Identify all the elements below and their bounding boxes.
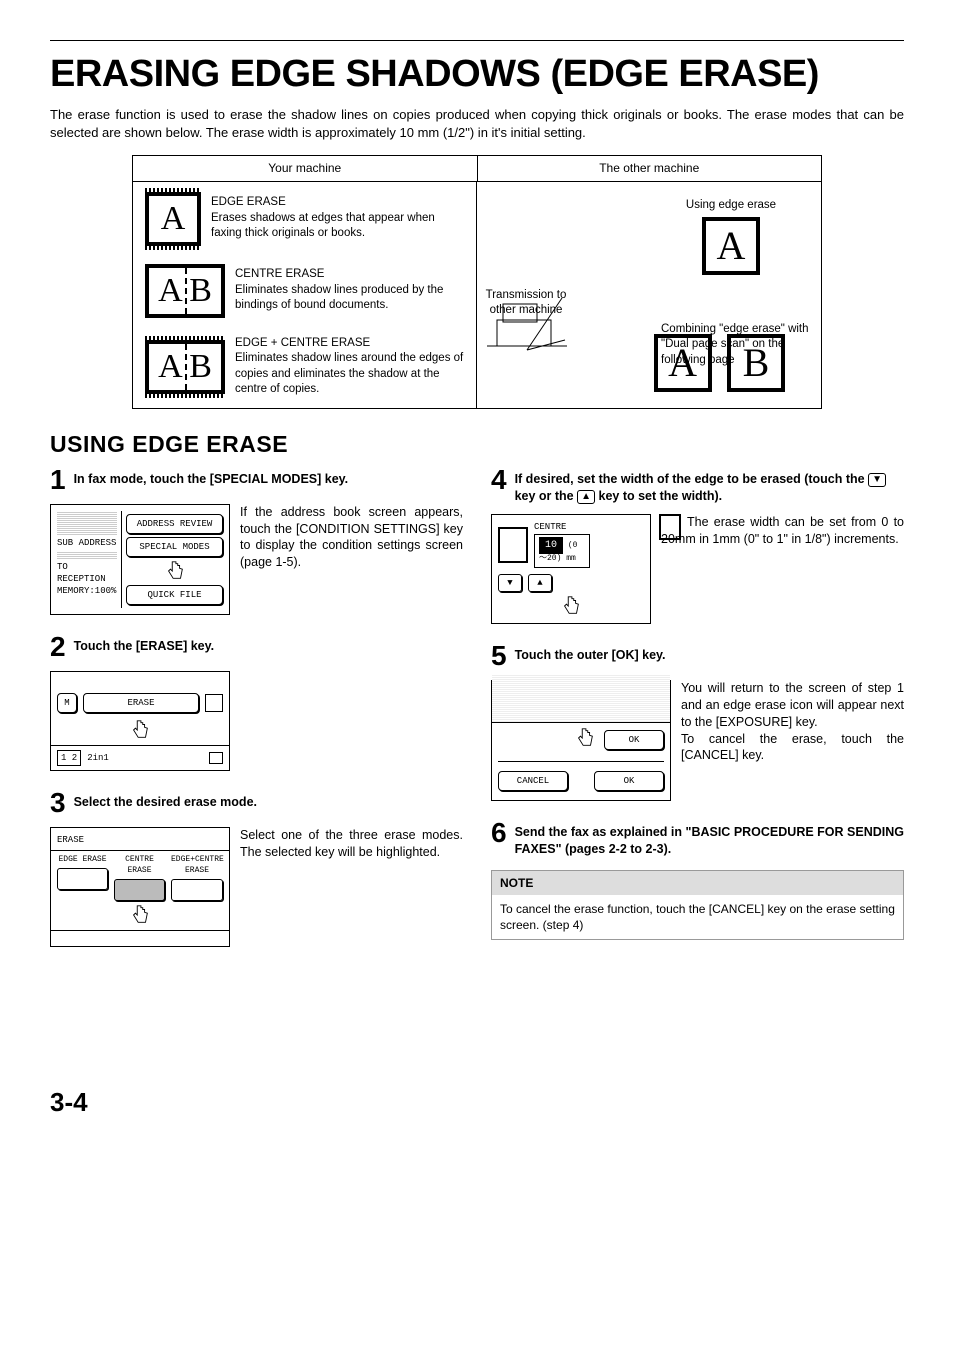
erase-mode-name: EDGE ERASE (211, 195, 464, 211)
diagram-left-head: Your machine (133, 156, 478, 180)
fax-machine-icon (487, 290, 567, 360)
up-key-icon: ▲ (577, 490, 595, 504)
result-letter: A (702, 217, 760, 275)
erase-mode-name: EDGE + CENTRE ERASE (235, 336, 464, 352)
hand-pointer-icon (560, 595, 582, 617)
step-number: 1 (50, 466, 66, 494)
decrement-button[interactable]: ▼ (498, 574, 522, 592)
step-caption: You will return to the screen of step 1 … (681, 680, 904, 801)
step-number: 5 (491, 642, 507, 670)
erase-mode-desc: Eliminates shadow lines around the edges… (235, 351, 464, 398)
page-icon-mini (498, 527, 528, 563)
twoinone-label: 2in1 (87, 752, 109, 764)
screen-step3: ERASE EDGE ERASE CENTRE ERASE EDGE+CENTR… (50, 827, 230, 947)
erase-option[interactable]: EDGE ERASE (57, 855, 108, 866)
screen-label: SUB ADDRESS (57, 537, 117, 549)
width-value: 10 (539, 537, 563, 555)
page-icon-inline (659, 514, 681, 540)
down-key-icon: ▼ (868, 473, 886, 487)
hand-pointer-icon (574, 727, 596, 749)
width-unit: mm (566, 554, 576, 563)
step-caption: If the address book screen appears, touc… (240, 504, 463, 615)
hand-pointer-icon (164, 560, 186, 582)
step-number: 3 (50, 789, 66, 817)
result-letter: A (654, 334, 712, 392)
step-heading: Send the fax as explained in "BASIC PROC… (515, 824, 904, 858)
intro-text: The erase function is used to erase the … (50, 106, 904, 141)
cancel-button[interactable]: CANCEL (498, 771, 568, 791)
section-heading: USING EDGE ERASE (50, 429, 904, 460)
screen-step2: M ERASE 1 2 2in1 (50, 671, 230, 771)
erase-option[interactable]: CENTRE ERASE (114, 855, 165, 877)
erase-mode-name: CENTRE ERASE (235, 267, 464, 283)
page-icon: A B (145, 264, 225, 318)
quick-file-button[interactable]: QUICK FILE (126, 585, 223, 605)
outer-ok-button[interactable]: OK (594, 771, 664, 791)
step-heading: Touch the [ERASE] key. (74, 638, 215, 661)
page-title: ERASING EDGE SHADOWS (EDGE ERASE) (50, 49, 904, 100)
using-edge-erase-label: Using edge erase (661, 198, 801, 214)
page-indicator: 1 2 (57, 750, 81, 766)
erase-mode-desc: Erases shadows at edges that appear when… (211, 211, 464, 242)
top-rule (50, 40, 904, 41)
note-body: To cancel the erase function, touch the … (492, 895, 903, 939)
increment-button[interactable]: ▲ (528, 574, 552, 592)
page-icon: A (145, 192, 201, 246)
note-box: NOTE To cancel the erase function, touch… (491, 870, 904, 941)
screen-label: TO RECEPTION (57, 561, 117, 585)
screen-step4: CENTRE 10 (0～20) mm ▼ ▲ (491, 514, 651, 623)
screen-step1: SUB ADDRESS TO RECEPTION MEMORY:100% ADD… (50, 504, 230, 615)
screen-label: MEMORY:100% (57, 585, 117, 597)
erase-button[interactable]: ERASE (83, 693, 199, 713)
centre-label: CENTRE (534, 521, 590, 533)
step-number: 6 (491, 819, 507, 858)
erase-mode-desc: Eliminates shadow lines produced by the … (235, 283, 464, 314)
step-number: 4 (491, 466, 507, 505)
screen-step5: OK CANCEL OK (491, 680, 671, 801)
address-review-button[interactable]: ADDRESS REVIEW (126, 514, 223, 534)
step-caption: The erase width can be set from 0 to 20m… (661, 515, 904, 546)
screen-title: ERASE (57, 834, 223, 846)
mode-icon (205, 694, 223, 712)
step-number: 2 (50, 633, 66, 661)
corner-button[interactable] (209, 752, 223, 764)
m-button[interactable]: M (57, 693, 77, 713)
step-heading: Touch the outer [OK] key. (515, 647, 666, 670)
step-heading: Select the desired erase mode. (74, 794, 257, 817)
diagram-right-head: The other machine (478, 156, 822, 180)
page-number: 3-4 (50, 1085, 904, 1120)
special-modes-button[interactable]: SPECIAL MODES (126, 537, 223, 557)
inner-ok-button[interactable]: OK (604, 730, 664, 750)
result-letter: B (727, 334, 785, 392)
page-icon: A B (145, 340, 225, 394)
step-heading: In fax mode, touch the [SPECIAL MODES] k… (74, 471, 349, 494)
edge-erase-diagram: Your machine The other machine A EDGE ER… (132, 155, 822, 408)
hand-pointer-icon (129, 904, 151, 926)
step-caption: Select one of the three erase modes. The… (240, 827, 463, 947)
note-heading: NOTE (492, 871, 903, 895)
erase-option[interactable]: EDGE+CENTRE ERASE (171, 855, 223, 877)
step-heading: If desired, set the width of the edge to… (515, 471, 904, 505)
hand-pointer-icon (129, 719, 151, 741)
